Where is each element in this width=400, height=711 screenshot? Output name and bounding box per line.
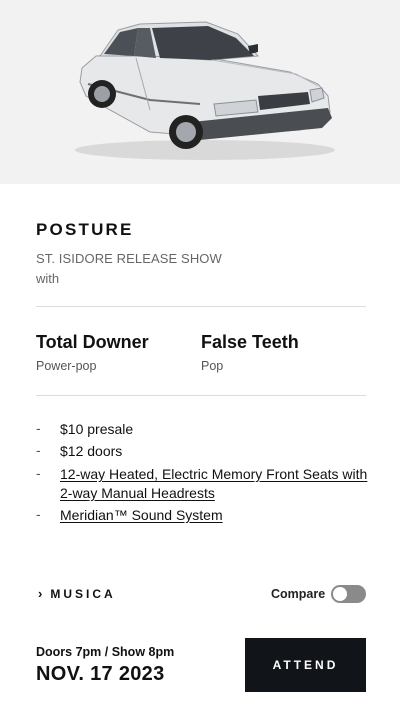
artist-name: False Teeth [201,332,299,352]
bullet-dash: - [36,465,41,481]
compare-toggle[interactable] [331,585,367,603]
venue-label: MUSICA [50,586,116,601]
car-image [75,21,335,160]
artist-genre: Pop [201,359,224,373]
artist-name: Total Downer [36,332,149,352]
feature-text: $10 presale [60,421,134,437]
compare-label: Compare [271,587,326,601]
supporting-artist: False Teeth Pop [201,332,299,373]
feature-link[interactable]: Meridian™ Sound System [60,506,370,525]
feature-item: - 12-way Heated, Electric Memory Front S… [36,465,370,503]
feature-item: - $10 presale [36,420,370,439]
bullet-dash: - [36,506,41,522]
event-date: NOV. 17 2023 [36,663,165,685]
chevron-right-icon: › [38,586,43,601]
supporting-artist: Total Downer Power-pop [36,332,149,373]
hero-image [0,0,400,184]
bullet-dash: - [36,442,41,458]
headliner-title: POSTURE [36,220,134,239]
attend-button[interactable]: ATTEND [245,638,366,692]
feature-text: $12 doors [60,443,123,459]
divider [36,306,366,307]
feature-item: - $12 doors [36,442,370,461]
feature-link[interactable]: 12-way Heated, Electric Memory Front Sea… [60,465,370,503]
divider [36,395,366,396]
event-subtitle: ST. ISIDORE RELEASE SHOW [36,251,222,266]
artist-genre: Power-pop [36,359,97,373]
compare-control: Compare [271,585,367,603]
event-card: POSTURE ST. ISIDORE RELEASE SHOW with To… [0,184,400,711]
toggle-knob [333,587,348,601]
with-label: with [36,271,60,286]
bullet-dash: - [36,420,41,436]
venue-link[interactable]: › MUSICA [38,586,116,601]
show-times: Doors 7pm / Show 8pm [36,645,175,659]
feature-item: - Meridian™ Sound System [36,506,370,525]
